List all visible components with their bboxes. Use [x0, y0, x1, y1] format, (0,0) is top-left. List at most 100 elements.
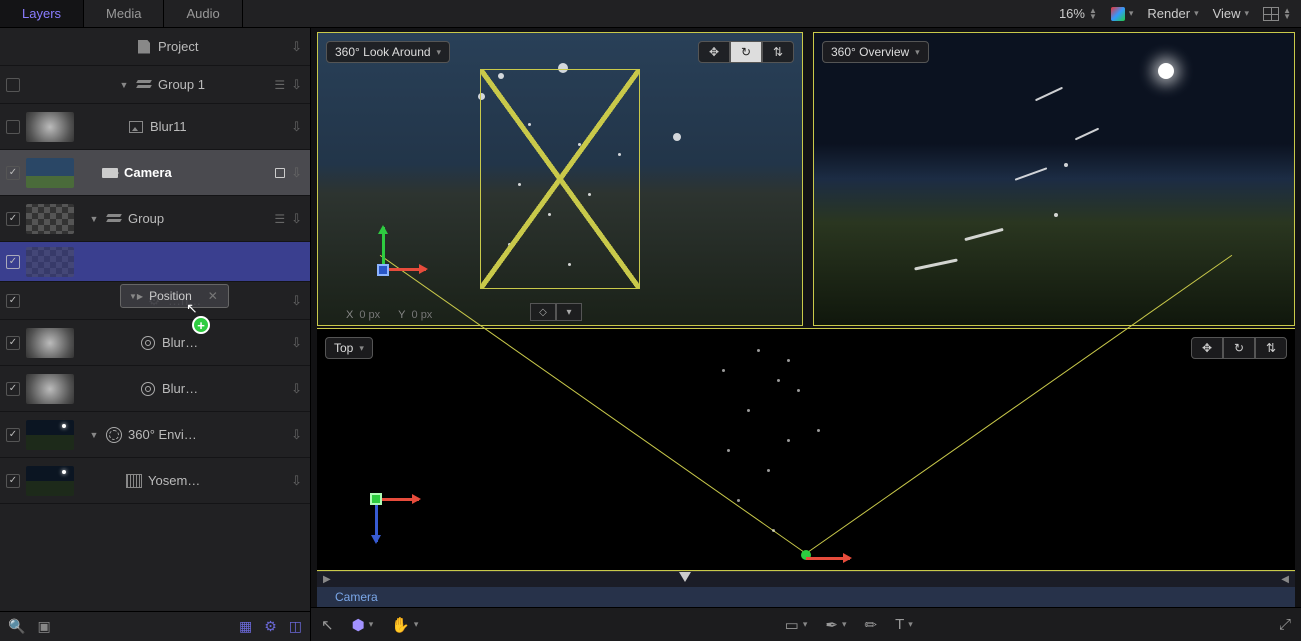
camera-icon: [102, 165, 118, 181]
dolly-button[interactable]: ⇅: [1255, 337, 1287, 359]
pan-button[interactable]: ✥: [698, 41, 730, 63]
lock-icon[interactable]: ⇩: [291, 119, 302, 135]
canvas-area: 360° Look Around ▾ ✥ ↻ ⇅: [311, 28, 1301, 641]
color-profile-dropdown[interactable]: ▾: [1111, 7, 1134, 21]
dolly-button[interactable]: ⇅: [762, 41, 794, 63]
layer-name: Group 1: [158, 77, 268, 92]
layers-sidebar: Project ⇩ ▼ Group 1 ☰⇩ B: [0, 28, 311, 641]
playhead-icon[interactable]: [679, 572, 691, 582]
render-dropdown[interactable]: Render ▾: [1147, 6, 1198, 21]
layer-row-360-env[interactable]: ▼ 360° Envi… ⇩: [0, 412, 310, 458]
view-dropdown[interactable]: View ▾: [1213, 6, 1249, 21]
lock-icon[interactable]: ⇩: [291, 77, 302, 93]
snap-button[interactable]: ◇: [530, 303, 556, 321]
viewport-top[interactable]: Top ▾ ✥ ↻ ⇅: [317, 328, 1295, 571]
streaks-overlay: [814, 33, 1294, 325]
viewport-mode-dropdown[interactable]: Top ▾: [325, 337, 373, 359]
zoom-dropdown[interactable]: 16% ▲▼: [1059, 6, 1097, 21]
pen-tool[interactable]: ✒ ▾: [825, 616, 846, 634]
orbit-button[interactable]: ↻: [1223, 337, 1255, 359]
camera-direction-icon: [806, 557, 850, 560]
disclosure-icon[interactable]: ▼: [118, 80, 130, 90]
layer-row-camera[interactable]: Camera ⇩: [0, 150, 310, 196]
lock-icon[interactable]: ⇩: [291, 165, 302, 181]
chevron-down-icon: ▾: [1245, 8, 1250, 19]
visibility-checkbox[interactable]: [6, 428, 20, 442]
image-icon: [128, 119, 144, 135]
y-unit: px: [421, 309, 433, 321]
layer-row-blur-a[interactable]: Blur… ⇩: [0, 320, 310, 366]
paint-tool[interactable]: ✏: [864, 616, 877, 634]
lock-icon[interactable]: ⇩: [291, 473, 302, 489]
lock-icon[interactable]: ⇩: [291, 293, 302, 309]
masks-toggle-icon[interactable]: ◫: [289, 618, 302, 635]
select-tool[interactable]: ↖: [321, 616, 334, 634]
rectangle-tool[interactable]: ▭ ▾: [785, 616, 808, 634]
snap-menu-button[interactable]: ▾: [556, 303, 582, 321]
project-row[interactable]: Project ⇩: [0, 28, 310, 66]
pan-button[interactable]: ✥: [1191, 337, 1223, 359]
panel-toggle-icon[interactable]: ▣: [37, 618, 50, 635]
chevron-down-icon: ▾: [1129, 8, 1134, 19]
3d-transform-tool[interactable]: ⬢ ▾: [352, 616, 374, 634]
visibility-checkbox[interactable]: [6, 78, 20, 92]
target-icon: [140, 381, 156, 397]
search-icon[interactable]: 🔍: [8, 618, 25, 635]
particles-overlay: [317, 329, 1295, 570]
viewport-mode-dropdown[interactable]: 360° Overview ▾: [822, 41, 929, 63]
orbit-button[interactable]: ↻: [730, 41, 762, 63]
timeline-ruler[interactable]: ▶ ◀: [317, 571, 1295, 587]
lock-icon[interactable]: ⇩: [291, 381, 302, 397]
out-point-icon[interactable]: ◀: [1281, 574, 1289, 585]
viewport-controls: ✥ ↻ ⇅: [698, 41, 794, 63]
text-tool[interactable]: T ▾: [895, 616, 913, 633]
position-readout: X0 px Y0 px: [346, 309, 432, 321]
visibility-checkbox[interactable]: [6, 382, 20, 396]
visibility-checkbox[interactable]: [6, 212, 20, 226]
tab-media[interactable]: Media: [84, 0, 164, 27]
behaviors-toggle-icon[interactable]: ⚙: [264, 618, 277, 635]
layer-row-group[interactable]: ▼ Group ☰ ⇩: [0, 196, 310, 242]
viewport-layout-dropdown[interactable]: ▲▼: [1263, 7, 1291, 21]
cursor-icon: ↖: [186, 300, 198, 317]
lock-icon[interactable]: ⇩: [291, 427, 302, 443]
layer-row-selected-drop[interactable]: [0, 242, 310, 282]
layer-row-yosem[interactable]: Yosem… ⇩: [0, 458, 310, 504]
visibility-checkbox[interactable]: [6, 294, 20, 308]
lock-icon[interactable]: ⇩: [291, 335, 302, 351]
camera-track[interactable]: Camera: [317, 587, 1295, 607]
lock-icon[interactable]: ⇩: [291, 211, 302, 227]
tab-layers[interactable]: Layers: [0, 0, 84, 27]
axis-gizmo[interactable]: [364, 229, 424, 289]
visibility-checkbox[interactable]: [6, 120, 20, 134]
chevron-down-icon: ▾: [359, 343, 364, 354]
filters-toggle-icon[interactable]: ▦: [239, 618, 252, 635]
drag-ghost: ▼▶ Position ✕: [120, 284, 229, 308]
visibility-checkbox[interactable]: [6, 255, 20, 269]
x-label: X: [346, 309, 353, 321]
disclosure-icon[interactable]: ▼: [88, 214, 100, 224]
add-badge-icon: +: [192, 316, 210, 334]
layer-row-blur-b[interactable]: Blur… ⇩: [0, 366, 310, 412]
viewport-overview[interactable]: 360° Overview ▾: [813, 32, 1295, 326]
viewport-mode-dropdown[interactable]: 360° Look Around ▾: [326, 41, 450, 63]
viewport-look-around[interactable]: 360° Look Around ▾ ✥ ↻ ⇅: [317, 32, 803, 326]
layer-name: Blur…: [162, 335, 285, 350]
tab-audio[interactable]: Audio: [164, 0, 242, 27]
layer-name: Group: [128, 211, 268, 226]
visibility-checkbox[interactable]: [6, 336, 20, 350]
disclosure-icon[interactable]: ▼: [88, 430, 100, 440]
layer-row-blur11[interactable]: Blur11 ⇩: [0, 104, 310, 150]
document-icon: [136, 39, 152, 55]
pan-tool[interactable]: ✋ ▾: [391, 616, 418, 634]
axis-gizmo[interactable]: [357, 480, 417, 540]
lock-icon[interactable]: ⇩: [291, 39, 302, 55]
viewport-mode-label: 360° Look Around: [335, 45, 431, 59]
fullscreen-button[interactable]: ⤢: [1279, 616, 1291, 633]
visibility-checkbox[interactable]: [6, 474, 20, 488]
visibility-checkbox[interactable]: [6, 166, 20, 180]
blend-icon[interactable]: ☰: [274, 212, 285, 226]
blend-icon[interactable]: ☰: [274, 78, 285, 92]
in-point-icon[interactable]: ▶: [323, 574, 331, 585]
layer-row-group1[interactable]: ▼ Group 1 ☰ ⇩: [0, 66, 310, 104]
